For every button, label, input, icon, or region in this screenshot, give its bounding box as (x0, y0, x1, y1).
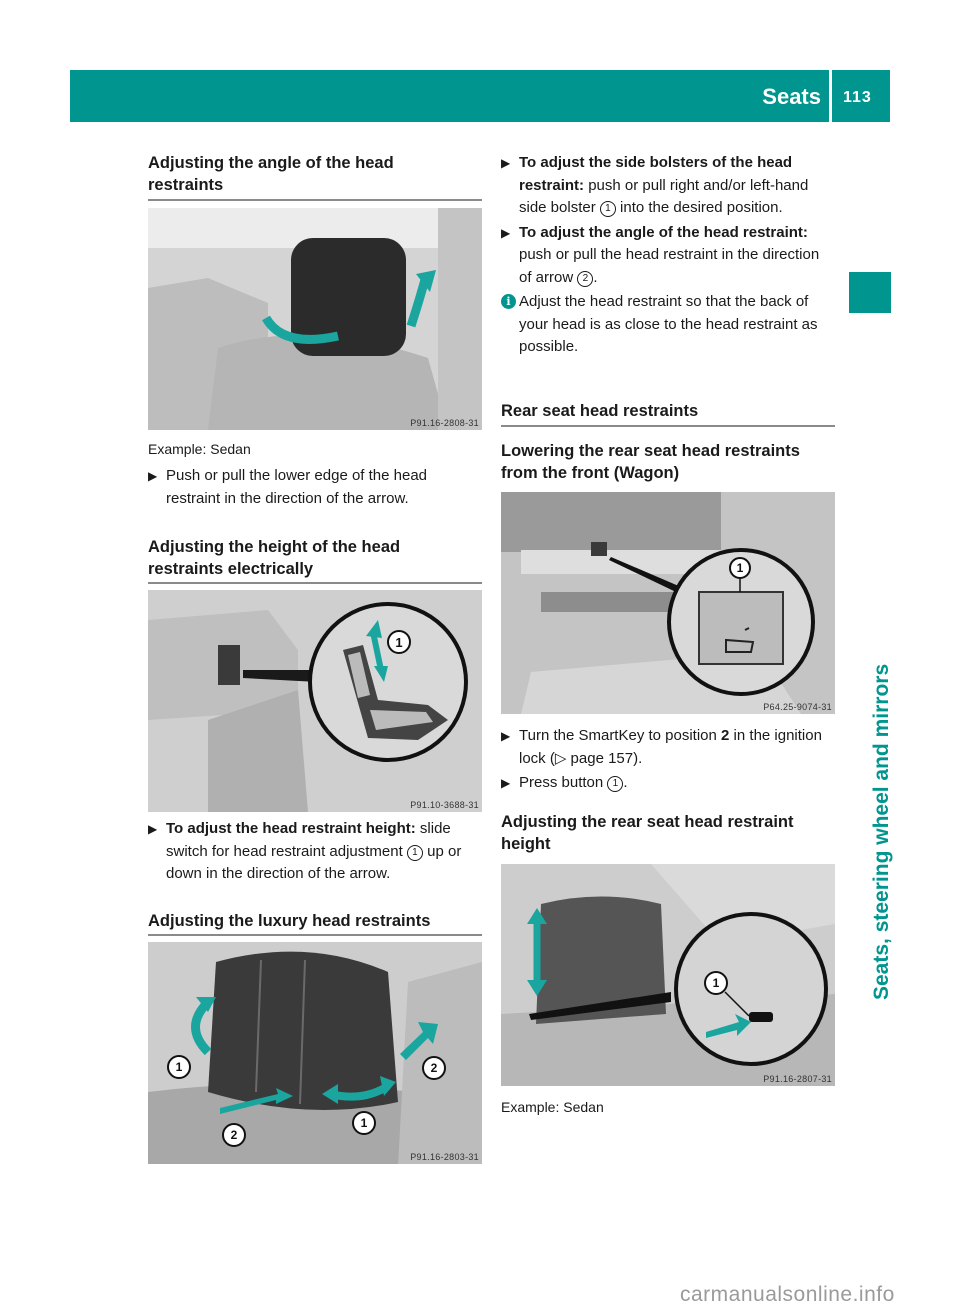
figure-luxury-head-restraint: 1 2 2 1 P91.16-2803-31 (148, 942, 482, 1164)
instruction-step: ▶ To adjust the angle of the head restra… (501, 223, 820, 287)
callout-2: 2 (231, 1128, 238, 1142)
page-reference-link[interactable]: page 157). (566, 750, 643, 767)
section-title: Seats (762, 84, 821, 109)
heading-rule (501, 425, 835, 427)
callout-1: 1 (176, 1060, 183, 1074)
rear-restraint-button (591, 542, 607, 556)
luxury-steps: ▶ To adjust the side bolsters of the hea… (501, 152, 835, 359)
release-lever (749, 1012, 773, 1022)
step-arrow-icon: ▶ (501, 156, 511, 170)
page-reference-icon: ▷ (554, 749, 567, 767)
callout-1: 1 (713, 976, 720, 990)
callout-2: 2 (431, 1061, 438, 1075)
callout-1: 1 (406, 844, 423, 861)
figure-code: P91.16-2803-31 (410, 1152, 479, 1162)
heading-lowering-rear-head-restraints: Lowering the rear seat head restraints f… (501, 442, 800, 482)
step-arrow-icon: ▶ (148, 822, 158, 836)
callout-1: 1 (395, 635, 402, 650)
heading-angle-head-restraints: Adjusting the angle of the head restrain… (148, 154, 394, 194)
info-note: i Adjust the head restraint so that the … (501, 291, 835, 359)
instruction-step: ▶ Turn the SmartKey to position 2 in the… (501, 727, 822, 767)
instruction-step: ▶ Push or pull the lower edge of the hea… (148, 467, 428, 507)
heading-angle-head-restraints-block: Adjusting the angle of the head restrain… (148, 152, 482, 202)
heading-rule (148, 582, 482, 584)
step-arrow-icon: ▶ (501, 776, 511, 790)
heading-rule (148, 934, 482, 936)
figure-caption: Example: Sedan (501, 1099, 604, 1115)
callout-1: 1 (737, 561, 744, 575)
figure-code: P64.25-9074-31 (763, 702, 832, 712)
step-arrow-icon: ▶ (501, 729, 511, 743)
figure-caption: Example: Sedan (148, 441, 251, 457)
info-icon: i (501, 294, 516, 309)
callout-1: 1 (607, 776, 624, 792)
heading-rear-restraint-height: Adjusting the rear seat head restraint h… (501, 813, 794, 853)
instruction-step: ▶ To adjust the head restraint height: s… (148, 820, 462, 882)
figure-code: P91.16-2807-31 (763, 1074, 832, 1084)
step-arrow-icon: ▶ (148, 469, 158, 483)
callout-2: 2 (577, 270, 594, 287)
figure-code: P91.16-2808-31 (410, 418, 479, 428)
chapter-label: Seats, steering wheel and mirrors (870, 663, 893, 1000)
heading-luxury-head-restraints: Adjusting the luxury head restraints (148, 912, 431, 930)
watermark: carmanualsonline.info (680, 1283, 895, 1306)
instruction-step: ▶ Press button 1. (501, 772, 835, 795)
magnifier-circle (674, 912, 828, 1066)
heading-rule (148, 199, 482, 201)
callout-1: 1 (361, 1116, 368, 1130)
figure-head-restraint-angle: P91.16-2808-31 (148, 208, 482, 430)
header-separator (829, 70, 832, 122)
page-number: 113 (843, 89, 872, 106)
instruction-step: ▶ To adjust the side bolsters of the hea… (501, 154, 809, 217)
figure-rear-restraint-button: 1 P64.25-9074-31 (501, 492, 835, 714)
heading-rear-seat-head-restraints: Rear seat head restraints (501, 402, 699, 420)
figure-code: P91.10-3688-31 (410, 800, 479, 810)
callout-1: 1 (599, 201, 616, 217)
chapter-tab-marker (849, 272, 891, 313)
heading-height-electrically: Adjusting the height of the head restrai… (148, 538, 401, 578)
figure-electric-height-switch: 1 P91.10-3688-31 (148, 590, 482, 812)
step-arrow-icon: ▶ (501, 225, 511, 240)
figure-rear-restraint-height: 1 P91.16-2807-31 (501, 864, 835, 1086)
